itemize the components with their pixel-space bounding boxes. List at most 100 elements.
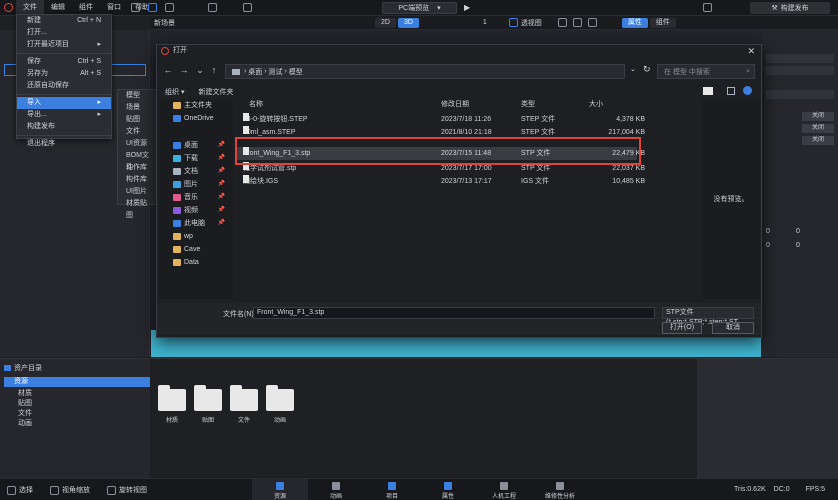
tool-zoom[interactable]: 视角缩放: [62, 485, 90, 495]
pin-icon[interactable]: 📌: [218, 139, 225, 152]
tab-project[interactable]: 项目: [364, 479, 420, 500]
gizmo-icon[interactable]: [587, 18, 597, 27]
column-type[interactable]: 类型: [521, 99, 535, 109]
submenu-item-model[interactable]: 模型: [118, 90, 158, 102]
close-icon[interactable]: ✕: [747, 46, 755, 57]
rotate-icon[interactable]: [107, 485, 116, 495]
menu-item-export[interactable]: 导出... ▸: [17, 109, 111, 121]
count-field[interactable]: 1: [483, 19, 487, 26]
grid-icon[interactable]: [557, 18, 567, 27]
menu-item-new[interactable]: 新建 Ctrl + N: [17, 15, 111, 27]
tree-item-root[interactable]: 资源: [4, 377, 150, 387]
submenu-item-ui-image[interactable]: UI图片: [118, 186, 158, 198]
sidebar-location[interactable]: 主文件夹: [159, 99, 233, 112]
tab-resources[interactable]: 资源: [252, 479, 308, 500]
play-icon[interactable]: ▶: [464, 3, 470, 12]
toggle-off-1[interactable]: 关闭: [802, 112, 834, 121]
light-icon[interactable]: [572, 18, 582, 27]
submenu-item-material[interactable]: 材质贴图: [118, 198, 158, 219]
menu-item-import[interactable]: 导入 ▸: [17, 97, 111, 109]
menu-item-recent[interactable]: 打开最近项目 ▸: [17, 39, 111, 51]
sidebar-location[interactable]: wp: [159, 230, 233, 243]
view-options-icon[interactable]: [703, 87, 713, 95]
submenu-item-ui-resource[interactable]: UI资源: [118, 138, 158, 150]
filetype-select[interactable]: STP文件(*.stp;*.STP;*.step;*.ST: [662, 307, 754, 326]
publish-button[interactable]: ⚒ 构建发布: [750, 2, 830, 14]
cancel-button[interactable]: 取消: [712, 322, 754, 334]
move-tool-icon[interactable]: [131, 3, 140, 12]
sidebar-location[interactable]: 桌面 📌: [159, 139, 233, 152]
column-name[interactable]: 名称: [249, 99, 263, 109]
sidebar-location[interactable]: Data: [159, 256, 233, 269]
view-2d-button[interactable]: 2D: [375, 17, 396, 28]
tab-attributes[interactable]: 属性: [420, 479, 476, 500]
tab-properties[interactable]: 属性: [621, 17, 648, 28]
tree-item-texture[interactable]: 贴图: [18, 399, 32, 409]
view-3d-button[interactable]: 3D: [397, 17, 419, 28]
tree-item-animation[interactable]: 动画: [18, 419, 32, 429]
chevron-down-icon[interactable]: ⌄: [630, 65, 636, 73]
folder-icon[interactable]: [266, 385, 294, 411]
select-icon[interactable]: [7, 485, 16, 495]
tab-maintainability[interactable]: 维修性分析: [532, 479, 588, 500]
menu-item-save-as[interactable]: 另存为 Alt + S: [17, 68, 111, 80]
tab-animation[interactable]: 动画: [308, 479, 364, 500]
tab-components[interactable]: 组件: [649, 17, 676, 28]
tool-select[interactable]: 选择: [19, 485, 33, 495]
sidebar-location[interactable]: Cave: [159, 243, 233, 256]
preview-pane-icon[interactable]: [727, 87, 735, 95]
layout-tool-icon[interactable]: [243, 3, 252, 12]
organize-button[interactable]: 组织 ▾: [165, 87, 184, 97]
sidebar-location[interactable]: 文档 📌: [159, 165, 233, 178]
breadcrumb-model[interactable]: 模型: [289, 67, 303, 77]
submenu-item-file[interactable]: 文件: [118, 126, 158, 138]
tree-item-material[interactable]: 材质: [18, 389, 32, 399]
folder-icon[interactable]: [194, 385, 222, 411]
file-row[interactable]: 测绘块.IGS 2023/7/13 17:17 IGS 文件 10,485 KB: [237, 175, 645, 188]
tree-item-file[interactable]: 文件: [18, 409, 32, 419]
breadcrumb-test[interactable]: 测试: [269, 67, 283, 77]
menu-item-restore-autosave[interactable]: 还原自动保存: [17, 80, 111, 92]
toggle-off-3[interactable]: 关闭: [802, 136, 834, 145]
sidebar-location[interactable]: 图片 📌: [159, 178, 233, 191]
sidebar-location[interactable]: 下载 📌: [159, 152, 233, 165]
zoom-icon[interactable]: [50, 485, 59, 495]
submenu-item-action-lib[interactable]: 动作库: [118, 162, 158, 174]
value-field-1[interactable]: 0: [766, 228, 770, 235]
forward-arrow-icon[interactable]: →: [177, 65, 191, 75]
tab-ergonomics[interactable]: 人机工程: [476, 479, 532, 500]
menu-item-exit[interactable]: 退出程序: [17, 138, 111, 150]
help-icon[interactable]: [743, 86, 752, 95]
submenu-item-bom[interactable]: BOM文件: [118, 150, 158, 171]
pin-icon[interactable]: 📌: [218, 204, 225, 217]
pin-icon[interactable]: 📌: [218, 152, 225, 165]
search-input[interactable]: 在 模型 中搜索 ⌕: [657, 64, 755, 79]
value-field-4[interactable]: 0: [796, 242, 800, 249]
sidebar-location[interactable]: OneDrive: [159, 112, 233, 125]
chevron-down-icon[interactable]: ⌄: [193, 65, 207, 76]
back-arrow-icon[interactable]: ←: [161, 65, 175, 75]
address-bar[interactable]: › 桌面 › 测试 › 模型: [225, 64, 625, 79]
file-row[interactable]: 34-0-旋转按钮.STEP 2023/7/18 11:26 STEP 文件 4,37…: [237, 113, 645, 126]
sidebar-location[interactable]: 音乐 📌: [159, 191, 233, 204]
value-field-3[interactable]: 0: [766, 242, 770, 249]
submenu-item-component-lib[interactable]: 构件库: [118, 174, 158, 186]
submenu-item-texture[interactable]: 贴图: [118, 114, 158, 126]
column-size[interactable]: 大小: [589, 99, 603, 109]
column-date[interactable]: 修改日期: [441, 99, 469, 109]
sidebar-location[interactable]: 视频 📌: [159, 204, 233, 217]
menu-item-open[interactable]: 打开...: [17, 27, 111, 39]
breadcrumb-desktop[interactable]: 桌面: [248, 67, 262, 77]
menu-item-build[interactable]: 构建发布: [17, 121, 111, 133]
menu-item-save[interactable]: 保存 Ctrl + S: [17, 56, 111, 68]
value-field-2[interactable]: 0: [796, 228, 800, 235]
pin-icon[interactable]: 📌: [218, 191, 225, 204]
snap-tool-icon[interactable]: [208, 3, 217, 12]
text-tool-icon[interactable]: [148, 3, 157, 12]
platform-select[interactable]: PC端预览 ▾: [382, 2, 457, 14]
pin-icon[interactable]: 📌: [218, 178, 225, 191]
tool-rotate[interactable]: 旋转视图: [119, 485, 147, 495]
pin-icon[interactable]: 📌: [218, 165, 225, 178]
submenu-item-scene[interactable]: 场景: [118, 102, 158, 114]
toggle-off-2[interactable]: 关闭: [802, 124, 834, 133]
